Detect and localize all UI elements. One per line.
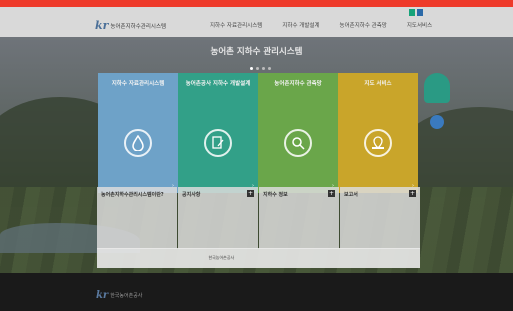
panel-title: 공지사항 xyxy=(182,192,201,198)
app-badge[interactable] xyxy=(424,73,450,103)
nav-item-design[interactable]: 지하수 개발설계 xyxy=(282,21,319,29)
panel-title: 지하수 정보 xyxy=(263,192,288,198)
more-plus-icon[interactable]: + xyxy=(409,190,416,197)
slider-dots xyxy=(250,67,271,70)
slider-dot[interactable] xyxy=(250,67,253,70)
service-cards: 지하수 자료관리시스템 › 농어촌공사 지하수 개발설계 › 농어촌지하수 관측… xyxy=(98,73,418,193)
main-nav: 지하수 자료관리시스템 지하수 개발설계 농어촌지하수 관측망 지도서비스 xyxy=(210,21,432,29)
site-header: kr 농어촌지하수관리시스템 지하수 자료관리시스템 지하수 개발설계 농어촌지… xyxy=(0,7,513,37)
water-drop-icon xyxy=(124,129,152,157)
card-observation[interactable]: 농어촌지하수 관측망 › xyxy=(258,73,338,193)
more-plus-icon[interactable]: + xyxy=(247,190,254,197)
more-plus-icon[interactable]: + xyxy=(328,190,335,197)
hero-section: 농어촌 지하수 관리시스템 지하수 자료관리시스템 › 농어촌공사 지하수 개발… xyxy=(0,37,513,273)
panel-title: 보고서 xyxy=(344,192,358,198)
card-title: 지도 서비스 xyxy=(364,81,392,87)
slider-dot[interactable] xyxy=(268,67,271,70)
footer-logo: kr 한국농어촌공사 xyxy=(96,290,142,301)
partner-banner: 한국농어촌공사 xyxy=(97,248,420,268)
panel-about: 농어촌지하수관리시스템이란? xyxy=(97,187,177,249)
hero-title: 농어촌 지하수 관리시스템 xyxy=(210,47,303,57)
card-title: 지하수 자료관리시스템 xyxy=(111,81,165,87)
card-title: 농어촌지하수 관측망 xyxy=(274,81,322,87)
utility-link-1[interactable] xyxy=(409,9,415,16)
utility-links xyxy=(409,9,423,16)
nav-item-map[interactable]: 지도서비스 xyxy=(407,21,432,29)
card-map[interactable]: 지도 서비스 › xyxy=(338,73,418,193)
panel-report: 보고서 + xyxy=(340,187,420,249)
site-logo[interactable]: kr 농어촌지하수관리시스템 xyxy=(95,19,166,32)
partner-link[interactable]: 한국농어촌공사 xyxy=(208,255,234,261)
logo-mark: kr xyxy=(95,19,109,32)
slider-dot[interactable] xyxy=(256,67,259,70)
card-design[interactable]: 농어촌공사 지하수 개발설계 › xyxy=(178,73,258,193)
document-pen-icon xyxy=(204,129,232,157)
slider-dot[interactable] xyxy=(262,67,265,70)
top-accent-bar xyxy=(0,0,513,7)
panel-info: 지하수 정보 + xyxy=(259,187,339,249)
site-footer xyxy=(0,273,513,311)
nav-item-data[interactable]: 지하수 자료관리시스템 xyxy=(210,21,262,29)
card-title: 농어촌공사 지하수 개발설계 xyxy=(185,81,251,87)
footer-logo-mark: kr xyxy=(96,290,109,301)
footer-logo-name: 한국농어촌공사 xyxy=(110,293,143,299)
info-panels: 농어촌지하수관리시스템이란? 공지사항 + 지하수 정보 + 보고서 + xyxy=(97,187,421,249)
card-data-system[interactable]: 지하수 자료관리시스템 › xyxy=(98,73,178,193)
panel-notice: 공지사항 + xyxy=(178,187,258,249)
nav-item-observation[interactable]: 농어촌지하수 관측망 xyxy=(340,21,387,29)
panel-title: 농어촌지하수관리시스템이란? xyxy=(101,192,164,198)
logo-name: 농어촌지하수관리시스템 xyxy=(110,23,167,30)
map-pin-icon xyxy=(364,129,392,157)
magnifier-icon xyxy=(284,129,312,157)
round-button[interactable] xyxy=(430,115,444,129)
utility-link-2[interactable] xyxy=(417,9,423,16)
